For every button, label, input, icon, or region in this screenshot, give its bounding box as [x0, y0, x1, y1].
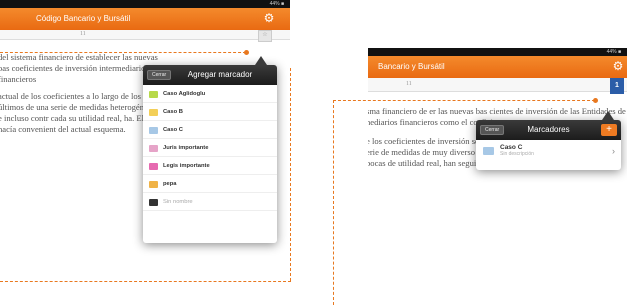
- folder-label: Caso C: [163, 127, 183, 133]
- folder-label: Caso B: [163, 109, 183, 115]
- battery-status: 44% ■: [269, 1, 284, 7]
- folder-item[interactable]: Sin nombre: [143, 193, 277, 211]
- callout-line-right: [290, 68, 291, 281]
- callout-dot: [244, 50, 249, 55]
- bookmark-badge[interactable]: 1: [610, 78, 624, 94]
- bookmark-icon[interactable]: ☆: [258, 30, 272, 42]
- page-bar: 11 1: [368, 78, 627, 94]
- callout-line-left: [333, 100, 334, 305]
- folder-label: Caso Aglidoglu: [163, 91, 206, 97]
- folder-item[interactable]: pepa: [143, 175, 277, 193]
- callout-line-bottom: [0, 281, 291, 282]
- gear-icon[interactable]: ⚙: [611, 59, 625, 73]
- folder-icon: [149, 109, 158, 116]
- folder-icon: [149, 163, 158, 170]
- folder-icon: [149, 145, 158, 152]
- folder-label: Legis importante: [163, 163, 210, 169]
- folder-icon: [483, 147, 494, 155]
- battery-status: 44% ■: [606, 49, 621, 55]
- add-bookmark-button[interactable]: +: [601, 124, 617, 136]
- folder-label: Juris importante: [163, 145, 209, 151]
- folder-label: pepa: [163, 181, 177, 187]
- popup-caret: [602, 111, 614, 120]
- app-title: Bancario y Bursátil: [378, 62, 445, 71]
- page-bar: 11 ☆: [0, 30, 290, 42]
- folder-item[interactable]: Caso B: [143, 103, 277, 121]
- chevron-right-icon: ›: [612, 146, 615, 156]
- bookmarks-popup: Cerrar Marcadores + Caso C Sin descripci…: [476, 111, 621, 170]
- text-fade: [0, 240, 290, 280]
- bookmark-folder-list: Caso Aglidoglu Caso B Caso C Juris impor…: [143, 85, 277, 211]
- bookmark-description: Sin descripción: [500, 151, 534, 157]
- popup-header: Cerrar Marcadores +: [476, 120, 621, 140]
- left-device-screen: 44% ■ Código Bancario y Bursátil ⚙ 11 ☆ …: [0, 0, 290, 280]
- folder-icon: [149, 181, 158, 188]
- app-header: Código Bancario y Bursátil ⚙: [0, 8, 290, 30]
- popup-title: Agregar marcador: [187, 70, 253, 79]
- status-bar: 44% ■: [368, 48, 627, 56]
- folder-item[interactable]: Juris importante: [143, 139, 277, 157]
- bookmark-name: Caso C: [500, 144, 523, 151]
- app-header: Bancario y Bursátil ⚙: [368, 56, 627, 78]
- folder-icon: [149, 91, 158, 98]
- document-text: del sistema financiero de establecer las…: [0, 52, 158, 139]
- paragraph: del sistema financiero de establecer las…: [0, 52, 158, 84]
- status-bar: 44% ■: [0, 0, 290, 8]
- folder-item[interactable]: Caso C: [143, 121, 277, 139]
- callout-line-top: [333, 100, 595, 101]
- folder-label: Sin nombre: [163, 199, 193, 205]
- folder-item[interactable]: Legis importante: [143, 157, 277, 175]
- folder-icon: [149, 199, 158, 206]
- text-fade: [368, 285, 627, 305]
- popup-header: Cerrar Agregar marcador: [143, 65, 277, 85]
- page-number: 11: [80, 31, 86, 37]
- app-title: Código Bancario y Bursátil: [36, 14, 131, 23]
- right-device-screen: 44% ■ Bancario y Bursátil ⚙ 11 1 sma fin…: [368, 48, 627, 305]
- gear-icon[interactable]: ⚙: [262, 11, 276, 25]
- callout-dot: [593, 98, 598, 103]
- page-number: 11: [406, 81, 412, 87]
- paragraph: actual de los coeficientes a lo largo de…: [0, 91, 156, 134]
- bookmark-item[interactable]: Caso C Sin descripción ›: [476, 140, 621, 162]
- add-bookmark-popup: Cerrar Agregar marcador Caso Aglidoglu C…: [143, 56, 277, 243]
- folder-icon: [149, 127, 158, 134]
- folder-item[interactable]: Caso Aglidoglu: [143, 85, 277, 103]
- popup-caret: [255, 56, 267, 65]
- popup-title: Marcadores: [527, 125, 570, 134]
- callout-line-top: [0, 52, 246, 53]
